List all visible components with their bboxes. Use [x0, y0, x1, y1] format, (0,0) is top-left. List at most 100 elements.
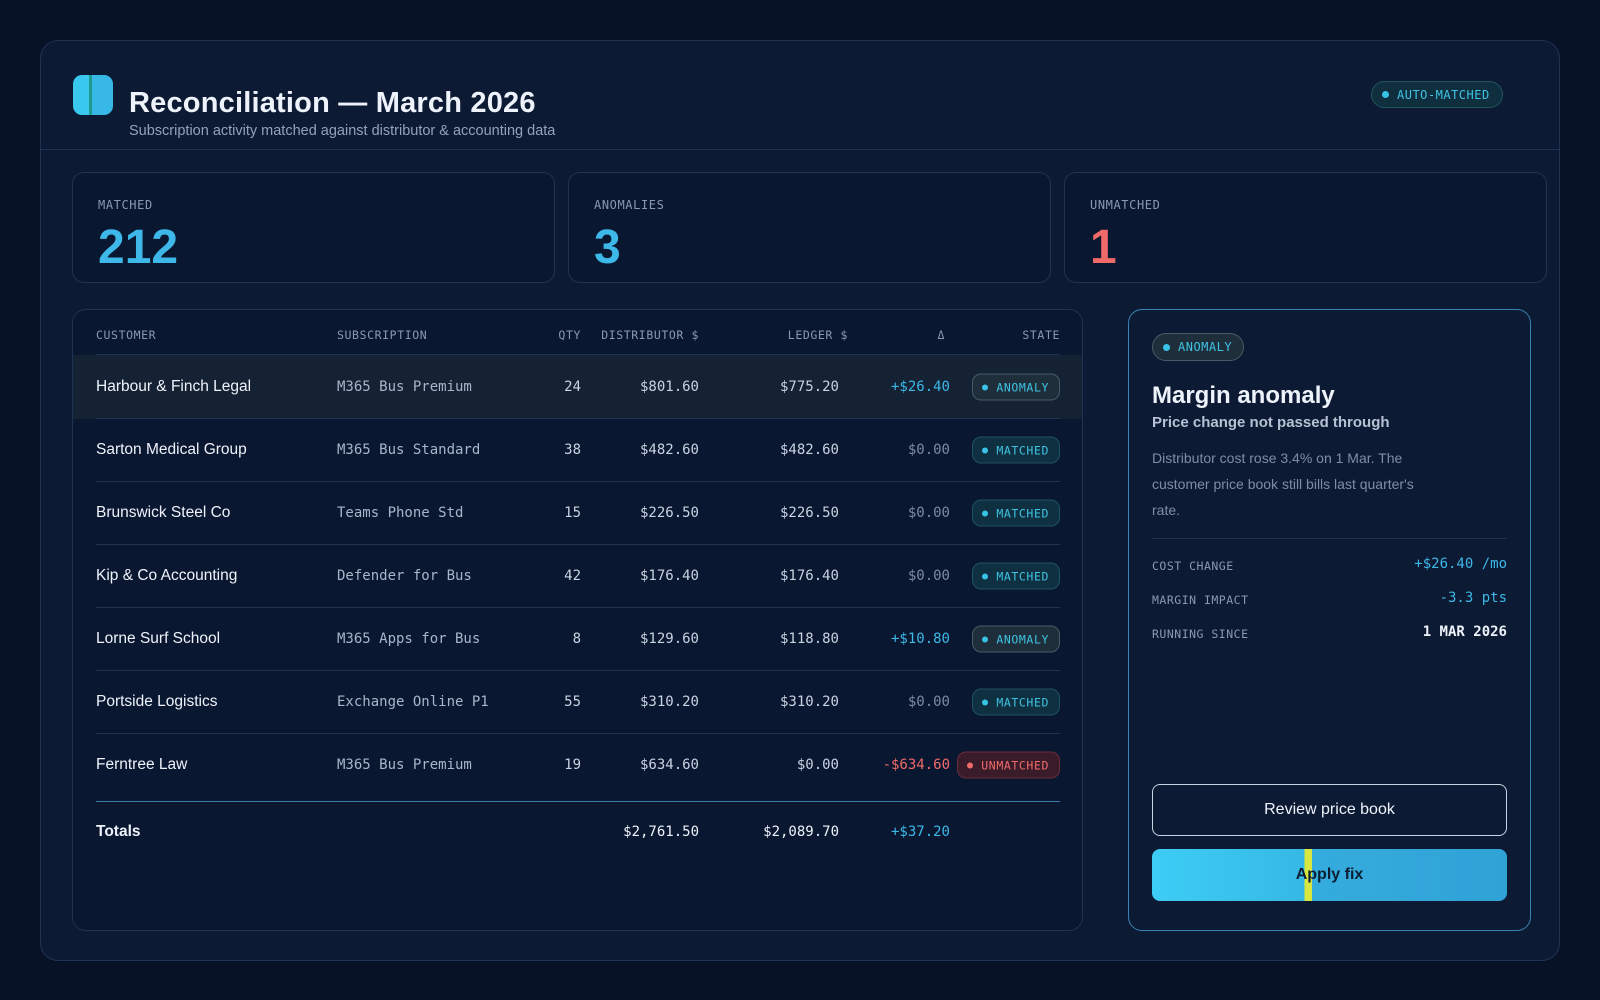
detail-badge-label: ANOMALY: [1178, 340, 1233, 354]
column-header-delta[interactable]: Δ: [937, 328, 945, 342]
reconciliation-table: CUSTOMER SUBSCRIPTION QTY DISTRIBUTOR $ …: [72, 309, 1083, 931]
review-price-book-button[interactable]: Review price book: [1152, 784, 1507, 836]
column-header-customer[interactable]: CUSTOMER: [96, 328, 156, 342]
distributor-cell: $129.60: [639, 631, 699, 647]
state-cell: MATCHED: [972, 436, 1060, 464]
page-title: Reconciliation — March 2026: [129, 87, 536, 119]
metric-value: -3.3 pts: [1439, 590, 1507, 606]
table-row[interactable]: Sarton Medical Group M365 Bus Standard 38 $…: [73, 418, 1082, 482]
totals-row: Totals $2,761.50 $2,089.70 +$37.20: [73, 802, 1082, 862]
status-dot-icon: [1382, 91, 1389, 98]
status-label: AUTO-MATCHED: [1397, 87, 1490, 102]
stat-card-matched: MATCHED 212: [72, 172, 555, 283]
metric-label: RUNNING SINCE: [1152, 627, 1249, 641]
ledger-cell: $118.80: [779, 631, 839, 647]
stat-label: MATCHED: [98, 198, 153, 212]
stat-label: ANOMALIES: [594, 198, 665, 212]
state-cell: MATCHED: [972, 688, 1060, 716]
qty-cell: 15: [564, 505, 581, 521]
apply-fix-button[interactable]: Apply fix: [1152, 849, 1507, 901]
auto-matched-status-badge: AUTO-MATCHED: [1371, 81, 1503, 108]
state-label: ANOMALY: [996, 632, 1049, 646]
state-badge: MATCHED: [972, 688, 1060, 716]
distributor-cell: $176.40: [639, 568, 699, 584]
table-row[interactable]: Kip & Co Accounting Defender for Bus 42 $17…: [73, 544, 1082, 608]
distributor-cell: $801.60: [639, 379, 699, 395]
column-header-ledger[interactable]: LEDGER $: [788, 328, 848, 342]
state-cell: MATCHED: [972, 499, 1060, 527]
distributor-cell: $634.60: [639, 757, 699, 773]
ledger-cell: $0.00: [796, 757, 839, 773]
state-label: MATCHED: [996, 443, 1049, 457]
delta-cell: +$26.40: [890, 379, 950, 395]
detail-anomaly-badge: ANOMALY: [1152, 333, 1245, 361]
metric-value: 1 MAR 2026: [1422, 624, 1507, 640]
state-label: ANOMALY: [996, 380, 1049, 394]
state-badge: MATCHED: [972, 562, 1060, 590]
subscription-cell: M365 Bus Premium: [337, 757, 472, 773]
stat-value: 1: [1090, 221, 1117, 274]
delta-cell: $0.00: [907, 568, 950, 584]
page-header: Reconciliation — March 2026 Subscription…: [41, 41, 1559, 150]
ledger-cell: $482.60: [779, 442, 839, 458]
table-row[interactable]: Brunswick Steel Co Teams Phone Std 15 $226.…: [73, 481, 1082, 545]
detail-description: Distributor cost rose 3.4% on 1 Mar. The…: [1152, 450, 1414, 518]
delta-cell: $0.00: [907, 694, 950, 710]
state-cell: UNMATCHED: [957, 751, 1060, 779]
distributor-cell: $310.20: [639, 694, 699, 710]
stat-label: UNMATCHED: [1090, 198, 1161, 212]
state-label: MATCHED: [996, 569, 1049, 583]
table-row[interactable]: Portside Logistics Exchange Online P1 55 $3…: [73, 670, 1082, 734]
stat-card-unmatched: UNMATCHED 1: [1064, 172, 1547, 283]
detail-divider: [1152, 538, 1507, 539]
qty-cell: 19: [564, 757, 581, 773]
customer-cell: Kip & Co Accounting: [96, 567, 238, 584]
customer-cell: Brunswick Steel Co: [96, 504, 231, 521]
metric-margin-impact: MARGIN IMPACT -3.3 pts: [1152, 590, 1507, 610]
delta-cell: $0.00: [907, 442, 950, 458]
subscription-cell: M365 Bus Premium: [337, 379, 472, 395]
page-subtitle: Subscription activity matched against di…: [129, 123, 556, 139]
customer-cell: Sarton Medical Group: [96, 441, 247, 458]
state-dot-icon: [982, 699, 989, 705]
column-header-subscription[interactable]: SUBSCRIPTION: [337, 328, 427, 342]
subscription-cell: Defender for Bus: [337, 568, 472, 584]
state-badge: MATCHED: [972, 436, 1060, 464]
delta-cell: -$634.60: [882, 757, 950, 773]
state-dot-icon: [982, 636, 989, 642]
column-header-qty[interactable]: QTY: [558, 328, 581, 342]
metric-label: MARGIN IMPACT: [1152, 593, 1249, 607]
stat-card-anomalies: ANOMALIES 3: [568, 172, 1051, 283]
metric-running-since: RUNNING SINCE 1 MAR 2026: [1152, 624, 1507, 644]
anomaly-dot-icon: [1163, 343, 1170, 351]
metric-cost-change: COST CHANGE +$26.40 /mo: [1152, 556, 1507, 576]
state-badge: ANOMALY: [972, 373, 1060, 401]
qty-cell: 8: [572, 631, 581, 647]
table-row[interactable]: Lorne Surf School M365 Apps for Bus 8 $129.…: [73, 607, 1082, 671]
stat-value: 212: [98, 221, 179, 274]
metric-value: +$26.40 /mo: [1414, 556, 1507, 572]
state-dot-icon: [982, 447, 989, 453]
totals-ledger: $2,089.70: [763, 824, 839, 840]
state-badge: MATCHED: [972, 499, 1060, 527]
table-header: CUSTOMER SUBSCRIPTION QTY DISTRIBUTOR $ …: [73, 310, 1082, 355]
table-row[interactable]: Harbour & Finch Legal M365 Bus Premium 24 $…: [73, 355, 1082, 419]
state-badge: ANOMALY: [972, 625, 1060, 653]
qty-cell: 24: [564, 379, 581, 395]
distributor-cell: $226.50: [639, 505, 699, 521]
column-header-distributor[interactable]: DISTRIBUTOR $: [601, 328, 699, 342]
table-row[interactable]: Ferntree Law M365 Bus Premium 19 $634.60 $0.…: [73, 733, 1082, 797]
qty-cell: 55: [564, 694, 581, 710]
delta-cell: $0.00: [907, 505, 950, 521]
state-cell: ANOMALY: [972, 625, 1060, 653]
state-cell: ANOMALY: [972, 373, 1060, 401]
detail-subtitle: Price change not passed through: [1152, 414, 1390, 431]
metric-label: COST CHANGE: [1152, 559, 1234, 573]
app-logo: [73, 75, 113, 115]
customer-cell: Harbour & Finch Legal: [96, 378, 252, 395]
subscription-cell: Teams Phone Std: [337, 505, 464, 521]
state-cell: MATCHED: [972, 562, 1060, 590]
ledger-cell: $226.50: [779, 505, 839, 521]
state-dot-icon: [982, 573, 989, 579]
column-header-state[interactable]: STATE: [1022, 328, 1060, 342]
